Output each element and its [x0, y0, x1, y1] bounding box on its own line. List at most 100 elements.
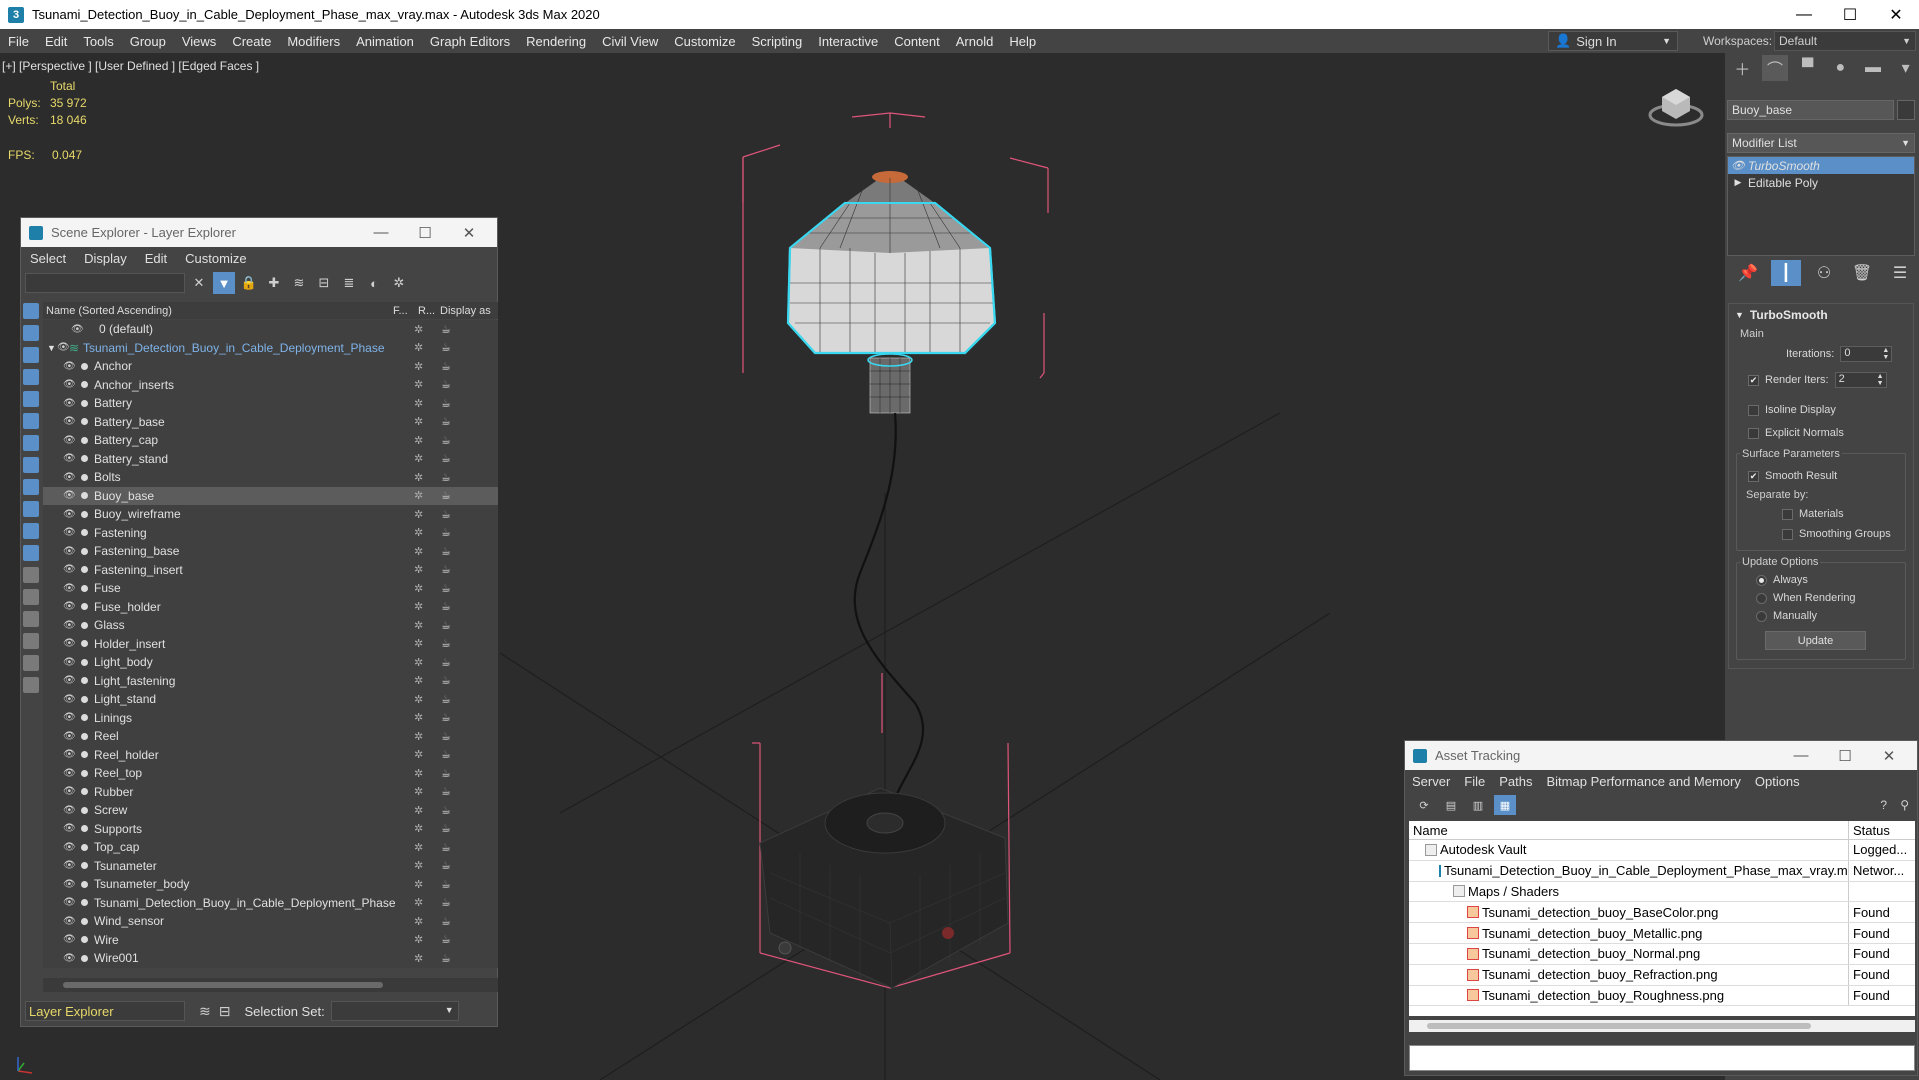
pin-icon[interactable]: ⚲: [1900, 798, 1909, 812]
render-teapot-icon[interactable]: ☕: [441, 637, 451, 650]
eye-icon[interactable]: 👁: [63, 527, 76, 538]
asset-row[interactable]: Tsunami_detection_buoy_BaseColor.png Foun…: [1409, 902, 1915, 924]
freeze-icon[interactable]: ✲: [414, 415, 423, 428]
eye-icon[interactable]: 👁: [63, 879, 76, 890]
utilities-tab-icon[interactable]: ▾: [1892, 55, 1919, 81]
display-xrefs-icon[interactable]: [23, 457, 39, 473]
eye-icon[interactable]: 👁: [1728, 159, 1748, 172]
folder-icon[interactable]: [23, 677, 39, 693]
object-row[interactable]: 👁 Reel_holder ✲ ☕: [43, 746, 498, 765]
filter-icon[interactable]: ▼: [213, 272, 235, 294]
menu-graph-editors[interactable]: Graph Editors: [422, 34, 518, 49]
display-containers-icon[interactable]: [23, 501, 39, 517]
help-icon[interactable]: ?: [1880, 798, 1887, 812]
spinner-arrows-icon[interactable]: ▲ ▼: [1882, 347, 1889, 361]
filter-selected-icon[interactable]: [23, 655, 39, 671]
layer-row-default[interactable]: 👁 0 (default) ✲ ☕: [43, 320, 498, 339]
column-name[interactable]: Name (Sorted Ascending): [43, 305, 393, 317]
render-teapot-icon[interactable]: ☕: [441, 545, 451, 558]
smoothing-groups-checkbox[interactable]: [1782, 528, 1793, 540]
display-tab-icon[interactable]: ▬: [1860, 55, 1887, 81]
display-all-icon[interactable]: [23, 567, 39, 583]
object-row[interactable]: 👁 Tsunameter_body ✲ ☕: [43, 875, 498, 894]
expand-arrow-icon[interactable]: ▶: [1728, 177, 1748, 188]
freeze-icon[interactable]: ✲: [414, 452, 423, 465]
render-teapot-icon[interactable]: ☕: [441, 600, 451, 613]
freeze-icon[interactable]: ✲: [414, 508, 423, 521]
minimize-button[interactable]: —: [359, 224, 403, 242]
freeze-icon[interactable]: ✲: [414, 841, 423, 854]
freeze-icon[interactable]: ✲: [414, 952, 423, 965]
modifier-list-dropdown[interactable]: Modifier List ▼: [1727, 133, 1915, 153]
object-row[interactable]: 👁 Tsunami_Detection_Buoy_in_Cable_Deploym…: [43, 894, 498, 913]
asset-row[interactable]: Tsunami_detection_buoy_Roughness.png Foun…: [1409, 985, 1915, 1007]
display-helpers-icon[interactable]: [23, 391, 39, 407]
close-button[interactable]: ✕: [1867, 747, 1911, 765]
eye-icon[interactable]: 👁: [63, 823, 76, 834]
display-groups-icon[interactable]: [23, 435, 39, 451]
menu-civil-view[interactable]: Civil View: [594, 34, 666, 49]
render-teapot-icon[interactable]: ☕: [441, 563, 451, 576]
freeze-icon[interactable]: ✲: [414, 859, 423, 872]
close-button[interactable]: ✕: [1873, 0, 1919, 29]
horizontal-scrollbar[interactable]: [43, 978, 498, 992]
render-teapot-icon[interactable]: ☕: [441, 323, 451, 336]
render-teapot-icon[interactable]: ☕: [441, 711, 451, 724]
workspace-select[interactable]: Default ▼: [1774, 31, 1916, 51]
asset-row[interactable]: Maps / Shaders: [1409, 881, 1915, 903]
materials-checkbox[interactable]: [1782, 508, 1793, 520]
object-row[interactable]: 👁 Fuse_holder ✲ ☕: [43, 598, 498, 617]
render-teapot-icon[interactable]: ☕: [441, 360, 451, 373]
freeze-icon[interactable]: ✲: [414, 767, 423, 780]
se-menu-customize[interactable]: Customize: [176, 251, 255, 266]
se-menu-select[interactable]: Select: [21, 251, 75, 266]
render-teapot-icon[interactable]: ☕: [441, 397, 451, 410]
display-lights-icon[interactable]: [23, 347, 39, 363]
maximize-button[interactable]: ☐: [403, 224, 447, 242]
maximize-button[interactable]: ☐: [1827, 0, 1873, 29]
freeze-icon[interactable]: ✲: [414, 489, 423, 502]
freeze-icon[interactable]: ✲: [414, 526, 423, 539]
selection-set-dropdown[interactable]: ▼: [330, 1001, 459, 1021]
object-row[interactable]: 👁 Supports ✲ ☕: [43, 820, 498, 839]
object-row[interactable]: 👁 Light_body ✲ ☕: [43, 653, 498, 672]
scene-explorer-titlebar[interactable]: Scene Explorer - Layer Explorer — ☐ ✕: [21, 218, 497, 247]
freeze-icon[interactable]: ✲: [414, 730, 423, 743]
eye-icon[interactable]: 👁: [63, 675, 76, 686]
render-teapot-icon[interactable]: ☕: [441, 656, 451, 669]
render-teapot-icon[interactable]: ☕: [441, 767, 451, 780]
render-iters-checkbox[interactable]: ✔: [1748, 374, 1759, 386]
object-row[interactable]: 👁 Buoy_base ✲ ☕: [43, 486, 498, 505]
eye-icon[interactable]: 👁: [63, 657, 76, 668]
column-display-as[interactable]: Display as: [440, 305, 491, 317]
object-row[interactable]: 👁 Screw ✲ ☕: [43, 801, 498, 820]
highlight-icon[interactable]: ◐: [363, 272, 385, 294]
freeze-icon[interactable]: ✲: [414, 397, 423, 410]
freeze-icon[interactable]: ✲: [414, 360, 423, 373]
render-teapot-icon[interactable]: ☕: [441, 508, 451, 521]
make-unique-icon[interactable]: ⚇: [1809, 260, 1839, 286]
rollout-header[interactable]: ▼ TurboSmooth: [1729, 304, 1913, 326]
render-teapot-icon[interactable]: ☕: [441, 730, 451, 743]
object-row[interactable]: 👁 Fastening_insert ✲ ☕: [43, 561, 498, 580]
eye-icon[interactable]: 👁: [63, 712, 76, 723]
menu-edit[interactable]: Edit: [37, 34, 75, 49]
display-invert-icon[interactable]: [23, 611, 39, 627]
layers-toggle-icon[interactable]: ≋: [199, 1003, 211, 1020]
search-input[interactable]: [25, 273, 185, 293]
settings-icon[interactable]: ✲: [388, 272, 410, 294]
eye-icon[interactable]: 👁: [63, 416, 76, 427]
eye-icon[interactable]: 👁: [63, 916, 76, 927]
minimize-button[interactable]: —: [1779, 747, 1823, 765]
object-row[interactable]: 👁 Top_cap ✲ ☕: [43, 838, 498, 857]
render-teapot-icon[interactable]: ☕: [441, 878, 451, 891]
asset-row[interactable]: Autodesk Vault Logged...: [1409, 840, 1915, 861]
pin-stack-icon[interactable]: 📌: [1733, 260, 1763, 286]
display-none-icon[interactable]: [23, 589, 39, 605]
freeze-icon[interactable]: ✲: [414, 341, 423, 354]
motion-tab-icon[interactable]: ●: [1827, 55, 1854, 81]
render-teapot-icon[interactable]: ☕: [441, 471, 451, 484]
render-teapot-icon[interactable]: ☕: [441, 804, 451, 817]
smooth-result-checkbox[interactable]: ✔: [1748, 470, 1759, 482]
render-teapot-icon[interactable]: ☕: [441, 526, 451, 539]
